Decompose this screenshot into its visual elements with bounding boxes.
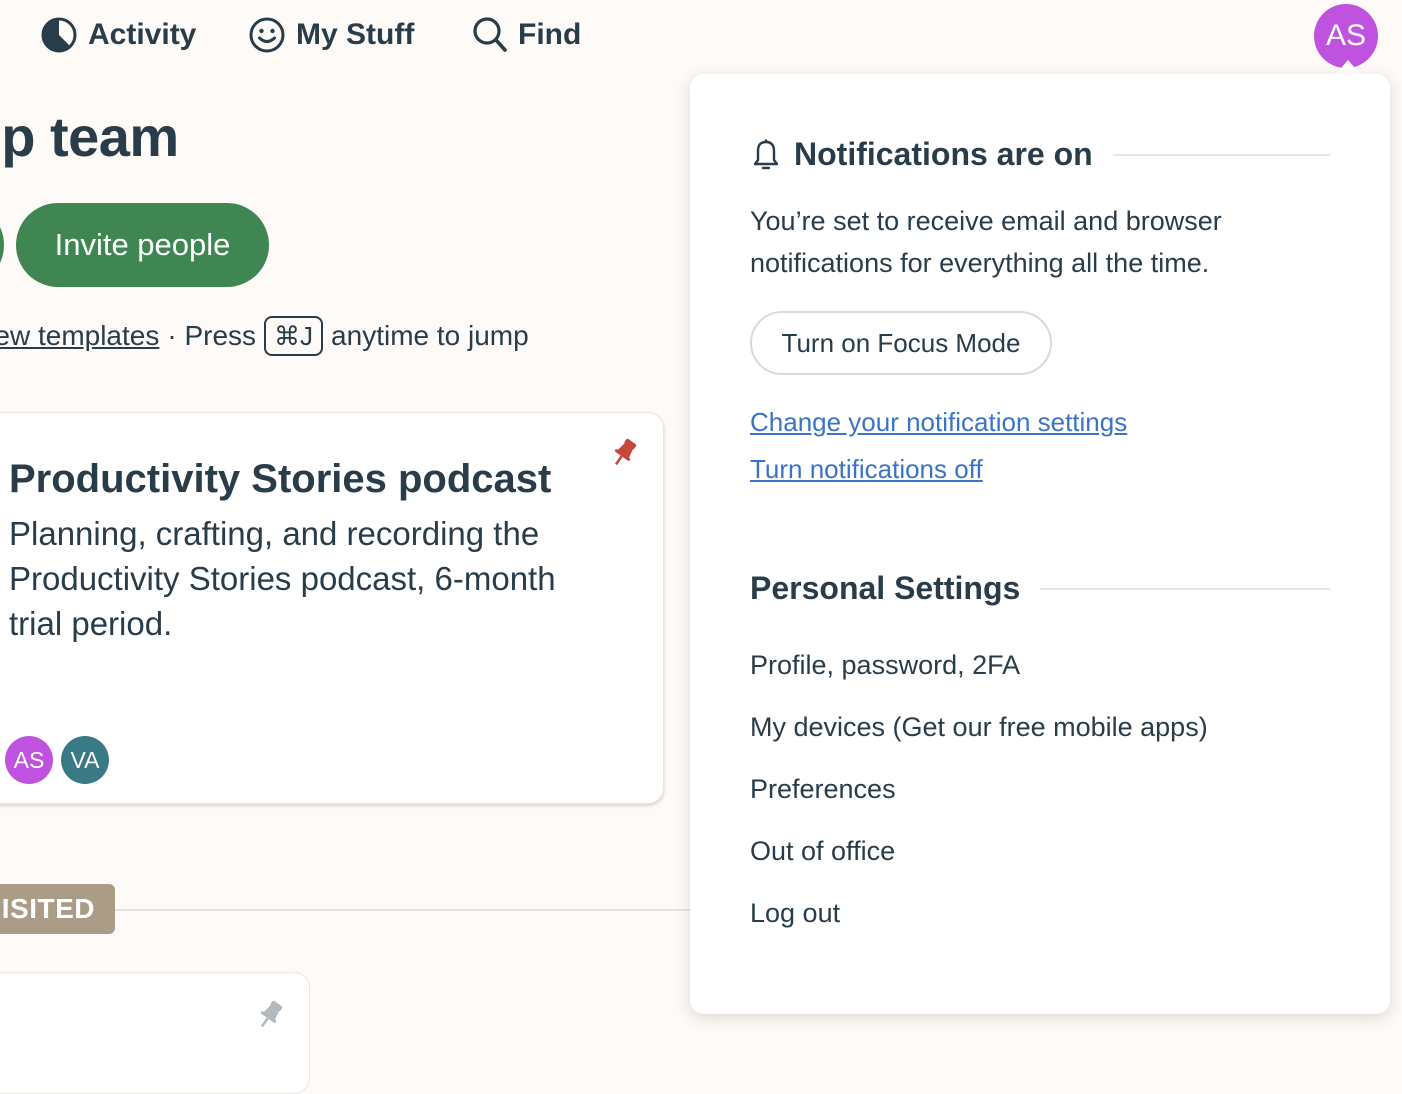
view-templates-link[interactable]: View templates [0, 320, 159, 352]
section-divider [115, 909, 700, 911]
invite-people-button[interactable]: Invite people [16, 203, 269, 287]
member-avatar[interactable]: VA [61, 736, 109, 784]
top-nav: Activity My Stuff Find AS [0, 0, 1402, 74]
keyboard-shortcut: ⌘J [264, 316, 324, 356]
pin-icon[interactable] [255, 999, 285, 1031]
pin-icon[interactable] [609, 437, 639, 469]
smiley-icon [249, 17, 285, 53]
menu-item-profile[interactable]: Profile, password, 2FA [750, 650, 1020, 681]
notifications-description: You’re set to receive email and browser … [750, 206, 1222, 278]
recently-visited-section: ISITED [0, 884, 700, 934]
nav-find[interactable]: Find [472, 16, 581, 54]
member-avatar[interactable]: AS [5, 736, 53, 784]
focus-mode-button[interactable]: Turn on Focus Mode [750, 311, 1052, 375]
project-title: Productivity Stories podcast [9, 457, 552, 501]
user-avatar-button[interactable]: AS [1314, 4, 1378, 68]
focus-mode-label: Turn on Focus Mode [781, 327, 1021, 358]
partial-button[interactable] [0, 203, 4, 287]
menu-item-preferences[interactable]: Preferences [750, 774, 896, 805]
personal-settings-heading: Personal Settings [750, 570, 1330, 607]
activity-pie-icon [41, 17, 77, 53]
nav-find-label: Find [518, 18, 582, 51]
notifications-heading: Notifications are on [750, 136, 1330, 173]
hint-separator: · Press [167, 320, 257, 351]
visited-project-card[interactable] [0, 972, 310, 1094]
project-description: Planning, crafting, and recording the Pr… [9, 515, 556, 642]
nav-my-stuff[interactable]: My Stuff [248, 16, 414, 54]
recently-visited-label: ISITED [1, 893, 95, 924]
page-title: ecamp team [0, 104, 179, 169]
project-card[interactable]: Productivity Stories podcast Planning, c… [0, 412, 664, 804]
account-popover: Notifications are on You’re set to recei… [690, 74, 1390, 1014]
turn-notifications-off-link[interactable]: Turn notifications off [750, 454, 983, 485]
menu-item-log-out[interactable]: Log out [750, 898, 840, 929]
notifications-heading-text: Notifications are on [794, 136, 1093, 172]
heading-divider [1040, 587, 1330, 590]
hint-suffix: anytime to jump [331, 320, 529, 351]
user-avatar-initials: AS [1325, 19, 1367, 52]
member-initials: AS [13, 746, 45, 773]
change-notification-settings-link[interactable]: Change your notification settings [750, 407, 1127, 438]
invite-people-label: Invite people [54, 227, 231, 262]
personal-settings-heading-text: Personal Settings [750, 570, 1021, 606]
recently-visited-badge: ISITED [0, 884, 115, 934]
nav-my-stuff-label: My Stuff [296, 18, 415, 51]
member-initials: VA [70, 746, 100, 773]
nav-activity-label: Activity [88, 18, 197, 51]
heading-divider [1112, 153, 1330, 156]
page-title-text: ecamp team [0, 105, 179, 168]
nav-activity[interactable]: Activity [40, 16, 196, 54]
menu-item-out-of-office[interactable]: Out of office [750, 836, 895, 867]
bell-icon [753, 139, 779, 169]
search-icon [473, 17, 507, 52]
menu-item-devices[interactable]: My devices (Get our free mobile apps) [750, 712, 1208, 743]
jump-hint: View templates · Press ⌘J anytime to jum… [0, 316, 529, 356]
